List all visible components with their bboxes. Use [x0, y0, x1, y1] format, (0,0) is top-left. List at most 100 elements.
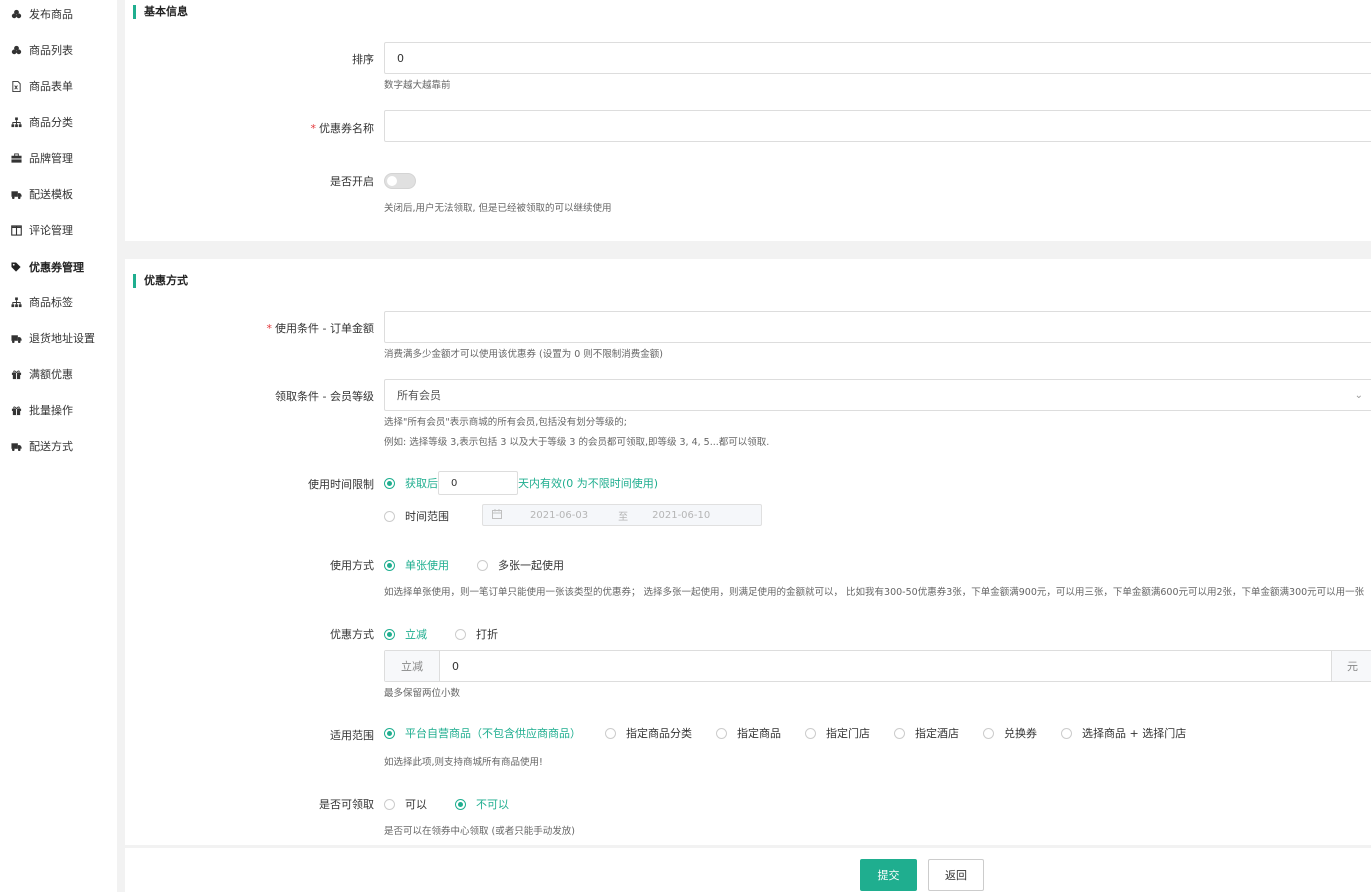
- coupon-name-label-text: 优惠券名称: [319, 122, 374, 135]
- radio-multi-use[interactable]: 多张一起使用: [477, 557, 564, 573]
- usage-options: 单张使用 多张一起使用: [384, 557, 592, 573]
- usage-label: 使用方式: [330, 559, 374, 572]
- discount-amount-input[interactable]: 0: [440, 660, 1331, 673]
- sidebar-item[interactable]: 退货地址设置: [0, 328, 117, 348]
- radio-discount-label: 打折: [476, 628, 498, 641]
- radio-discount[interactable]: 打折: [455, 626, 498, 642]
- sidebar-item[interactable]: 商品列表: [0, 40, 117, 60]
- radio-multi-use-label: 多张一起使用: [498, 559, 564, 572]
- sidebar-item-label: 退货地址设置: [29, 332, 95, 345]
- days-suffix: 天内有效(0 为不限时间使用): [518, 477, 659, 490]
- time-limit-option-range: 时间范围: [384, 508, 477, 524]
- sidebar-item-label: 批量操作: [29, 404, 73, 417]
- radio-scope-option[interactable]: 指定酒店: [894, 725, 959, 741]
- enabled-toggle[interactable]: [384, 173, 416, 189]
- radio-scope-label: 指定商品: [737, 727, 781, 740]
- radio-single-use-label: 单张使用: [405, 559, 449, 572]
- back-button[interactable]: 返回: [928, 859, 984, 891]
- start-date[interactable]: 2021-06-03: [530, 510, 588, 521]
- radio-receivable-yes-label: 可以: [405, 798, 427, 811]
- sidebar-item[interactable]: 配送模板: [0, 184, 117, 204]
- truck-icon: [10, 332, 22, 344]
- radio-dot: [384, 727, 395, 739]
- range-separator: 至: [618, 511, 629, 523]
- truck-icon: [10, 440, 22, 452]
- radio-scope-option[interactable]: 兑换券: [983, 725, 1037, 741]
- sidebar-item[interactable]: 评论管理: [0, 220, 117, 240]
- radio-receivable-no[interactable]: 不可以: [455, 796, 509, 812]
- sidebar-item[interactable]: 配送方式: [0, 436, 117, 456]
- chevron-down-icon: ⌄: [1354, 390, 1363, 401]
- radio-dot: [716, 727, 727, 739]
- sitemap-icon: [10, 296, 22, 308]
- radio-dot: [477, 559, 488, 571]
- sidebar: 发布商品商品列表商品表单商品分类品牌管理配送模板评论管理优惠券管理商品标签退货地…: [0, 0, 117, 892]
- required-mark: *: [310, 122, 317, 135]
- radio-scope-option[interactable]: 指定商品分类: [605, 725, 692, 741]
- scope-options: 平台自营商品（不包含供应商商品） 指定商品分类 指定商品 指定门店 指定酒店 兑换券 选择商…: [384, 725, 1210, 741]
- radio-range[interactable]: 时间范围: [384, 508, 449, 524]
- gift-icon: [10, 404, 22, 416]
- sidebar-item-label: 商品分类: [29, 116, 73, 129]
- radio-scope-label: 指定酒店: [915, 727, 959, 740]
- scope-label: 适用范围: [330, 729, 374, 742]
- sidebar-item[interactable]: 批量操作: [0, 400, 117, 420]
- radio-scope-option[interactable]: 平台自营商品（不包含供应商商品）: [384, 725, 581, 741]
- sort-label: 排序: [352, 53, 374, 66]
- radio-days[interactable]: 获取后: [384, 475, 438, 491]
- sidebar-item[interactable]: 商品分类: [0, 112, 117, 132]
- enabled-help: 关闭后,用户无法领取, 但是已经被领取的可以继续使用: [384, 203, 612, 214]
- discount-prefix: 立减: [385, 651, 440, 681]
- member-level-select[interactable]: 所有会员 ⌄: [384, 379, 1371, 411]
- coupon-name-label: * 优惠券名称: [311, 120, 375, 136]
- sort-input[interactable]: 0: [384, 42, 1371, 74]
- cubes-icon: [10, 44, 22, 56]
- time-limit-option-days: 获取后 0 天内有效(0 为不限时间使用): [384, 471, 658, 495]
- radio-scope-label: 兑换券: [1004, 727, 1037, 740]
- sidebar-item[interactable]: 商品标签: [0, 292, 117, 312]
- form-footer: 提交 返回: [125, 848, 1371, 892]
- sidebar-item[interactable]: 发布商品: [0, 4, 117, 24]
- date-range-picker[interactable]: 2021-06-03 至 2021-06-10: [482, 504, 762, 526]
- member-level-value: 所有会员: [397, 389, 441, 402]
- sidebar-item-label: 满额优惠: [29, 368, 73, 381]
- days-input[interactable]: 0: [438, 471, 518, 495]
- submit-button[interactable]: 提交: [860, 859, 917, 891]
- discount-label: 优惠方式: [330, 628, 374, 641]
- sidebar-item-label: 评论管理: [29, 224, 73, 237]
- discount-amount-group: 立减 0 元: [384, 650, 1371, 682]
- radio-reduce-label: 立减: [405, 628, 427, 641]
- order-amount-input[interactable]: [384, 311, 1371, 343]
- radio-dot: [384, 510, 395, 522]
- required-mark: *: [266, 322, 273, 335]
- member-level-help-1: 选择"所有会员"表示商城的所有会员,包括没有划分等级的;: [384, 417, 627, 428]
- radio-dot: [605, 727, 616, 739]
- radio-single-use[interactable]: 单张使用: [384, 557, 449, 573]
- usage-help: 如选择单张使用，则一笔订单只能使用一张该类型的优惠券； 选择多张一起使用，则满足…: [384, 587, 1365, 598]
- sidebar-item[interactable]: 品牌管理: [0, 148, 117, 168]
- radio-dot: [983, 727, 994, 739]
- end-date[interactable]: 2021-06-10: [652, 510, 710, 521]
- radio-receivable-yes[interactable]: 可以: [384, 796, 427, 812]
- sidebar-item[interactable]: 满额优惠: [0, 364, 117, 384]
- coupon-method-panel: 优惠方式 * 使用条件 - 订单金额 消费满多少金额才可以使用该优惠券 (设置为 …: [125, 259, 1371, 845]
- coupon-name-input[interactable]: [384, 110, 1371, 142]
- radio-reduce[interactable]: 立减: [384, 626, 427, 642]
- file-icon: [10, 80, 22, 92]
- radio-scope-option[interactable]: 指定商品: [716, 725, 781, 741]
- sidebar-item-label: 商品标签: [29, 296, 73, 309]
- gift-icon: [10, 368, 22, 380]
- sort-help: 数字越大越靠前: [384, 80, 451, 91]
- radio-scope-option[interactable]: 指定门店: [805, 725, 870, 741]
- radio-scope-option[interactable]: 选择商品 + 选择门店: [1061, 725, 1186, 741]
- sidebar-item-label: 品牌管理: [29, 152, 73, 165]
- radio-dot: [384, 798, 395, 810]
- sidebar-item[interactable]: 商品表单: [0, 76, 117, 96]
- order-amount-help: 消费满多少金额才可以使用该优惠券 (设置为 0 则不限制消费金额): [384, 349, 664, 360]
- section-title-basic: 基本信息: [133, 5, 188, 19]
- basic-info-panel: 基本信息 排序 0 数字越大越靠前 * 优惠券名称 是否开启 关闭后,用户无法领取…: [125, 0, 1371, 241]
- cubes-icon: [10, 8, 22, 20]
- sidebar-item-label: 优惠券管理: [29, 261, 84, 274]
- radio-dot: [384, 559, 395, 571]
- sidebar-item[interactable]: 优惠券管理: [0, 257, 117, 277]
